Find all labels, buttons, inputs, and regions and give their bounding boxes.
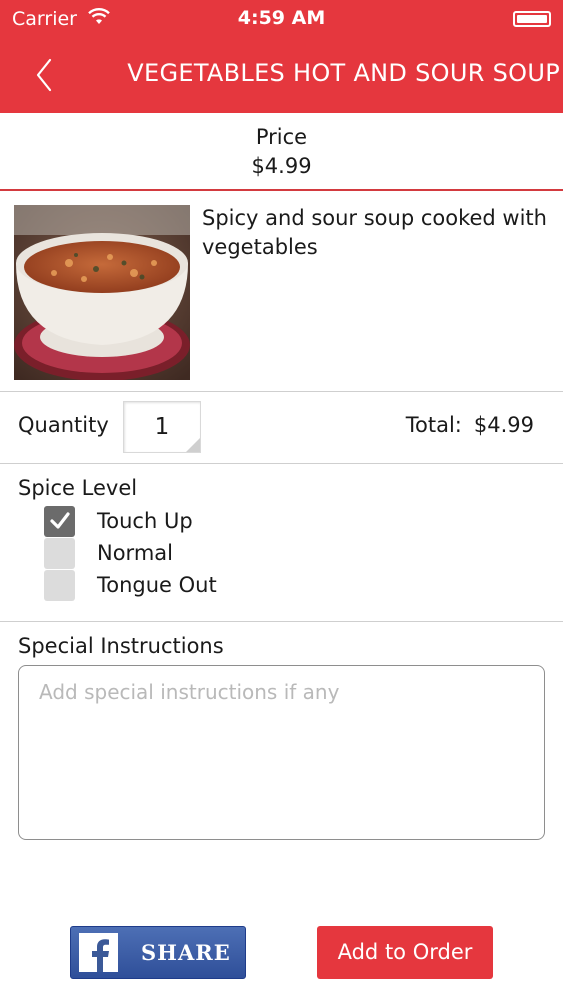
status-bar: Carrier 4:59 AM	[0, 0, 563, 40]
spice-level-title: Spice Level	[18, 476, 138, 500]
price-label: Price	[255, 125, 308, 149]
chevron-left-icon	[36, 58, 52, 92]
back-button[interactable]	[28, 56, 68, 96]
checkbox-unchecked[interactable]	[44, 569, 75, 601]
special-instructions-field[interactable]	[18, 665, 545, 840]
spice-option-tongue-out[interactable]: Tongue Out	[44, 569, 217, 601]
soup-photo	[14, 205, 190, 380]
price-section: Price $4.99	[0, 113, 563, 189]
spice-option-label: Tongue Out	[97, 573, 217, 597]
spice-option-touch-up[interactable]: Touch Up	[44, 505, 193, 537]
page-title: VEGETABLES HOT AND SOUR SOUP	[127, 59, 560, 87]
price-divider	[0, 189, 563, 191]
special-instructions-title: Special Instructions	[18, 634, 224, 658]
battery-icon	[513, 11, 551, 27]
share-label: SHARE	[141, 940, 231, 965]
facebook-share-button[interactable]: SHARE	[70, 926, 246, 979]
section-divider	[0, 391, 563, 392]
section-divider	[0, 463, 563, 464]
add-to-order-button[interactable]: Add to Order	[317, 926, 493, 979]
section-divider	[0, 621, 563, 622]
total-display: Total: $4.99	[406, 413, 534, 437]
checkbox-checked[interactable]	[44, 505, 75, 537]
status-time: 4:59 AM	[237, 7, 326, 29]
quantity-value: 1	[154, 414, 170, 440]
total-label: Total:	[405, 413, 462, 437]
spice-option-label: Normal	[97, 541, 173, 565]
app-header: Carrier 4:59 AM VEGETABLES HOT AND SOUR …	[0, 0, 563, 113]
checkmark-icon	[49, 512, 70, 529]
quantity-input[interactable]: 1	[123, 401, 201, 453]
dropdown-corner-icon	[186, 438, 200, 452]
quantity-label: Quantity	[18, 413, 109, 437]
total-value: $4.99	[473, 413, 534, 437]
spice-option-label: Touch Up	[97, 509, 193, 533]
price-value: $4.99	[251, 154, 312, 178]
checkbox-unchecked[interactable]	[44, 537, 75, 569]
spice-option-normal[interactable]: Normal	[44, 537, 173, 569]
item-description: Spicy and sour soup cooked with vegetabl…	[202, 206, 547, 259]
facebook-icon	[79, 933, 118, 972]
